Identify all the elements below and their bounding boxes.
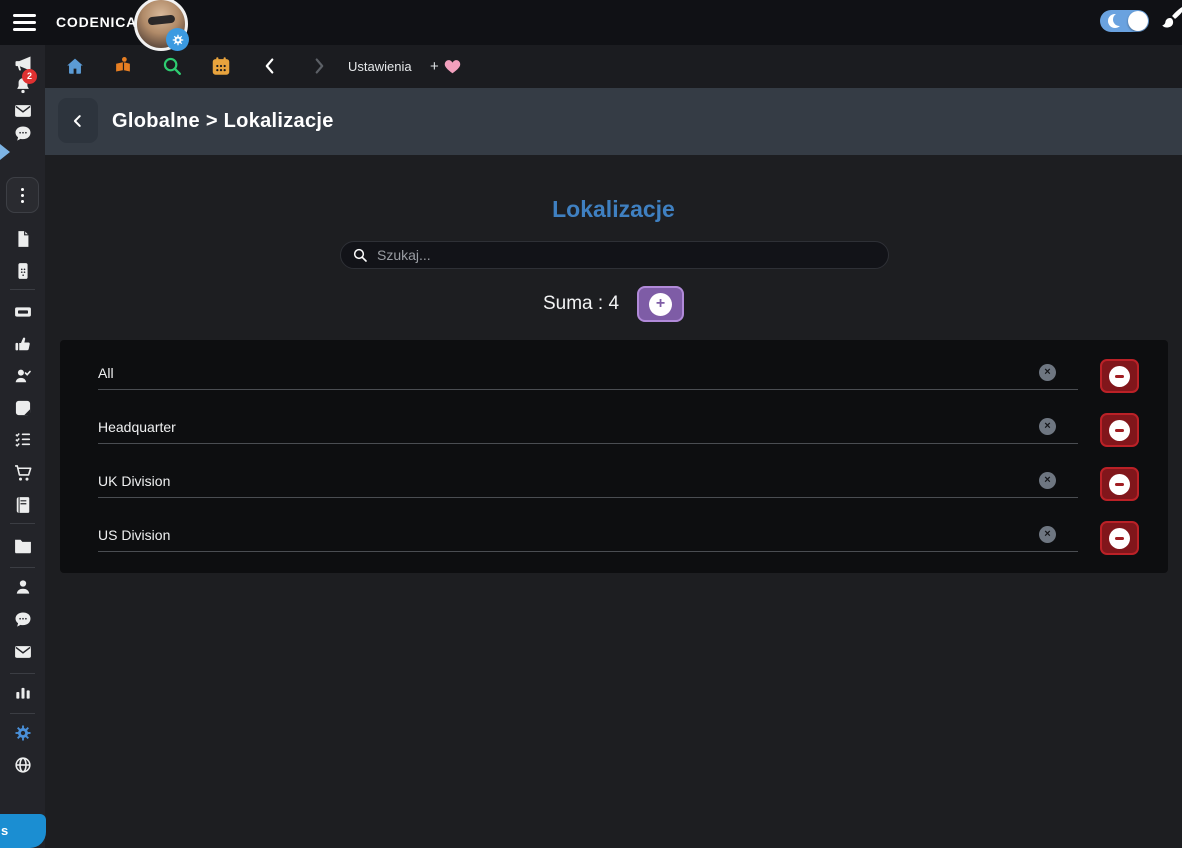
add-location-button[interactable]: + <box>637 286 685 322</box>
theme-brush-icon[interactable] <box>1157 2 1182 34</box>
bar-chart-icon[interactable] <box>13 682 33 702</box>
page-header: Globalne > Lokalizacje <box>45 88 1182 155</box>
location-name-field[interactable]: All × <box>98 359 1078 390</box>
toggle-knob <box>1128 11 1148 31</box>
globe-icon[interactable] <box>13 755 33 775</box>
checklist-icon[interactable] <box>13 430 33 450</box>
sidebar-divider <box>10 713 35 714</box>
user-avatar[interactable] <box>134 0 189 51</box>
thumbs-up-icon[interactable] <box>13 334 33 354</box>
envelope-icon[interactable] <box>13 101 33 121</box>
location-row: UK Division × <box>98 467 1139 501</box>
minus-icon <box>1109 365 1130 387</box>
search-bar <box>340 241 889 269</box>
plus-icon: + <box>649 292 673 316</box>
minus-icon <box>1109 527 1130 549</box>
envelope-icon[interactable] <box>13 642 33 662</box>
chat-icon[interactable] <box>13 610 33 630</box>
tab-ustawienia[interactable]: Ustawienia <box>348 45 412 88</box>
more-options-button[interactable] <box>6 177 39 213</box>
ticket-icon[interactable] <box>13 302 33 322</box>
sunglasses <box>147 14 176 26</box>
bottom-left-tooltip: s <box>0 814 46 848</box>
main-content: Lokalizacje Suma : 4 + All × Headquarter <box>45 155 1182 848</box>
sidebar-divider <box>10 673 35 674</box>
user-desk-icon[interactable] <box>112 55 134 77</box>
gear-icon[interactable] <box>13 723 33 743</box>
new-tab-button[interactable]: + <box>430 45 439 88</box>
chevron-left-icon[interactable] <box>259 55 281 77</box>
folder-icon[interactable] <box>13 536 33 556</box>
breadcrumb: Globalne > Lokalizacje <box>112 110 334 132</box>
file-icon[interactable] <box>13 229 33 249</box>
user-icon[interactable] <box>13 577 33 597</box>
remove-location-button[interactable] <box>1100 413 1139 447</box>
minus-icon <box>1109 419 1130 441</box>
cart-icon[interactable] <box>13 463 33 483</box>
note-icon[interactable] <box>13 398 33 418</box>
search-icon[interactable] <box>161 55 183 77</box>
remove-location-button[interactable] <box>1100 359 1139 393</box>
page-title: Lokalizacje <box>552 196 675 222</box>
locations-panel: All × Headquarter × UK Division × US Div… <box>60 340 1168 573</box>
location-name-field[interactable]: UK Division × <box>98 467 1078 498</box>
sidebar-divider <box>10 289 35 290</box>
chevron-right-icon[interactable] <box>308 55 330 77</box>
home-icon[interactable] <box>64 55 86 77</box>
device-icon[interactable] <box>13 261 33 281</box>
chat-icon[interactable] <box>13 124 33 144</box>
heart-icon[interactable] <box>443 57 462 76</box>
calendar-icon[interactable] <box>210 55 232 77</box>
panel-pointer <box>0 144 10 160</box>
location-row: US Division × <box>98 521 1139 555</box>
clear-icon[interactable]: × <box>1039 472 1056 489</box>
remove-location-button[interactable] <box>1100 521 1139 555</box>
tab-toolbar: Ustawienia + <box>45 45 1182 88</box>
minus-icon <box>1109 473 1130 495</box>
location-row: All × <box>98 359 1139 393</box>
sum-label: Suma : 4 <box>542 293 620 314</box>
clear-icon[interactable]: × <box>1039 526 1056 543</box>
remove-location-button[interactable] <box>1100 467 1139 501</box>
user-check-icon[interactable] <box>13 366 33 386</box>
book-icon[interactable] <box>13 495 33 515</box>
avatar-gear-badge-icon <box>166 28 189 51</box>
notification-badge: 2 <box>22 69 37 84</box>
clear-icon[interactable]: × <box>1039 364 1056 381</box>
sidebar-divider <box>10 523 35 524</box>
search-input[interactable] <box>340 241 889 269</box>
search-icon <box>353 248 367 262</box>
dark-mode-toggle[interactable] <box>1100 10 1149 32</box>
clear-icon[interactable]: × <box>1039 418 1056 435</box>
hamburger-menu-icon[interactable] <box>13 14 36 31</box>
location-name-field[interactable]: Headquarter × <box>98 413 1078 444</box>
brand-logo: CODENICA <box>56 14 138 30</box>
sidebar-divider <box>10 567 35 568</box>
summary-row: Suma : 4 + <box>45 285 1182 323</box>
location-name-field[interactable]: US Division × <box>98 521 1078 552</box>
location-row: Headquarter × <box>98 413 1139 447</box>
back-button[interactable] <box>58 98 98 143</box>
sidebar: 2 <box>0 45 45 848</box>
